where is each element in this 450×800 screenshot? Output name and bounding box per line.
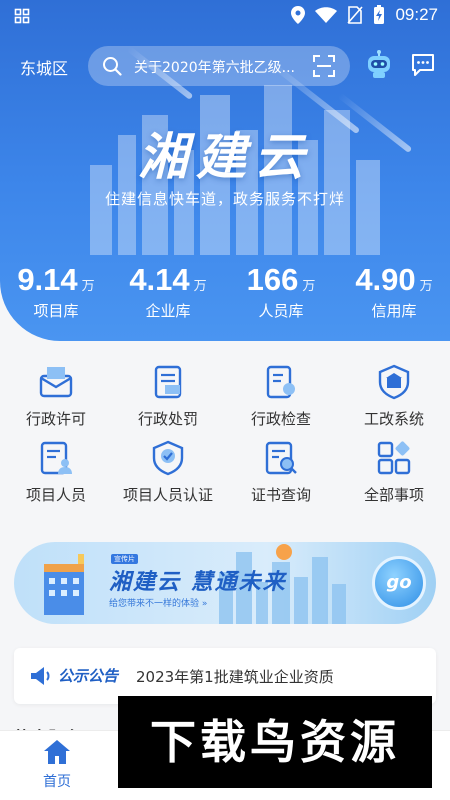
banner-title: 湘建云 慧通未来 [109, 570, 287, 595]
brand-name: 湘建云 [138, 128, 312, 186]
scan-icon[interactable] [312, 54, 336, 78]
stat-enterprise-library[interactable]: 4.14 万 企业库 [112, 262, 224, 321]
stat-label: 信用库 [371, 302, 417, 320]
building-illustration [44, 554, 84, 615]
feature-project-staff[interactable]: 项目人员 [0, 436, 112, 512]
city-selector[interactable]: 东城区 [20, 55, 68, 79]
all-items-icon [377, 441, 411, 475]
wifi-icon [315, 7, 338, 23]
banner-subtitle: 给您带来不一样的体验 » [109, 599, 208, 609]
stat-personnel-library[interactable]: 166 万 人员库 [225, 262, 337, 321]
tab-home-label: 首页 [43, 774, 71, 790]
search-icon [103, 57, 122, 76]
status-bar: 09:27 [0, 0, 450, 32]
feature-grid: 行政许可 行政处罚 行政检查 工改系统 项目人员 项目人员认证 证书查询 全部事… [0, 360, 450, 510]
stat-project-library[interactable]: 9.14 万 项目库 [0, 262, 112, 321]
stat-value: 9.14 [17, 262, 78, 297]
stat-unit: 万 [193, 279, 207, 294]
project-staff-icon [40, 441, 72, 475]
permit-icon [39, 367, 73, 398]
battery-charging-icon [374, 5, 385, 24]
tab-home[interactable]: 首页 [22, 739, 92, 791]
stat-unit: 万 [419, 279, 433, 294]
speaker-icon [31, 667, 50, 685]
no-sim-icon [347, 6, 364, 24]
search-input[interactable]: 关于2020年第六批乙级... [134, 57, 299, 77]
feature-admin-inspection[interactable]: 行政检查 [225, 360, 337, 436]
feature-label: 项目人员认证 [122, 486, 213, 504]
certificate-search-icon [265, 441, 297, 475]
stat-label: 人员库 [258, 302, 304, 320]
feature-reform-system[interactable]: 工改系统 [338, 360, 450, 436]
stat-credit-library[interactable]: 4.90 万 信用库 [338, 262, 450, 321]
feature-label: 行政许可 [25, 410, 86, 428]
robot-icon[interactable] [364, 50, 394, 80]
promo-banner[interactable]: 宣传片 湘建云 慧通未来 给您带来不一样的体验 » go [14, 542, 436, 624]
inspection-icon [266, 365, 295, 399]
staff-certification-icon [152, 440, 184, 476]
feature-label: 行政处罚 [137, 410, 198, 428]
stats-row: 9.14 万 项目库 4.14 万 企业库 166 万 人员库 4.90 万 信用库 [0, 262, 450, 332]
brand-slogan: 住建信息快车道，政务服务不打烊 [104, 190, 345, 208]
feature-admin-permit[interactable]: 行政许可 [0, 360, 112, 436]
brand-block: 湘建云 住建信息快车道，政务服务不打烊 [0, 128, 450, 209]
notification-grid-icon [14, 8, 30, 24]
clock: 09:27 [395, 5, 438, 24]
notice-tag: 公示公告 [58, 667, 119, 685]
reform-system-icon [378, 364, 410, 400]
feature-label: 项目人员 [25, 486, 86, 504]
feature-staff-certification[interactable]: 项目人员认证 [112, 436, 224, 512]
feature-label: 全部事项 [363, 486, 424, 504]
message-icon[interactable] [410, 52, 436, 78]
stat-unit: 万 [81, 279, 95, 294]
feature-label: 行政检查 [250, 410, 311, 428]
notice-text[interactable]: 2023年第1批建筑业企业资质 [136, 666, 426, 687]
feature-certificate-search[interactable]: 证书查询 [225, 436, 337, 512]
top-bar: 东城区 关于2020年第六批乙级... [0, 44, 450, 88]
go-button[interactable]: go [372, 556, 426, 610]
penalty-icon [154, 365, 182, 399]
stat-unit: 万 [302, 279, 316, 294]
feature-label: 证书查询 [250, 486, 311, 504]
watermark-overlay: 下载鸟资源 [118, 696, 432, 788]
location-icon [291, 6, 306, 24]
stat-value: 166 [246, 262, 299, 297]
feature-admin-penalty[interactable]: 行政处罚 [112, 360, 224, 436]
stat-label: 项目库 [33, 302, 79, 320]
stat-label: 企业库 [145, 302, 191, 320]
search-bar[interactable]: 关于2020年第六批乙级... [88, 46, 350, 86]
feature-label: 工改系统 [363, 410, 424, 428]
home-icon [44, 740, 70, 764]
banner-tag: 宣传片 [111, 554, 138, 564]
feature-all-items[interactable]: 全部事项 [338, 436, 450, 512]
stat-value: 4.14 [129, 262, 190, 297]
stat-value: 4.90 [355, 262, 416, 297]
